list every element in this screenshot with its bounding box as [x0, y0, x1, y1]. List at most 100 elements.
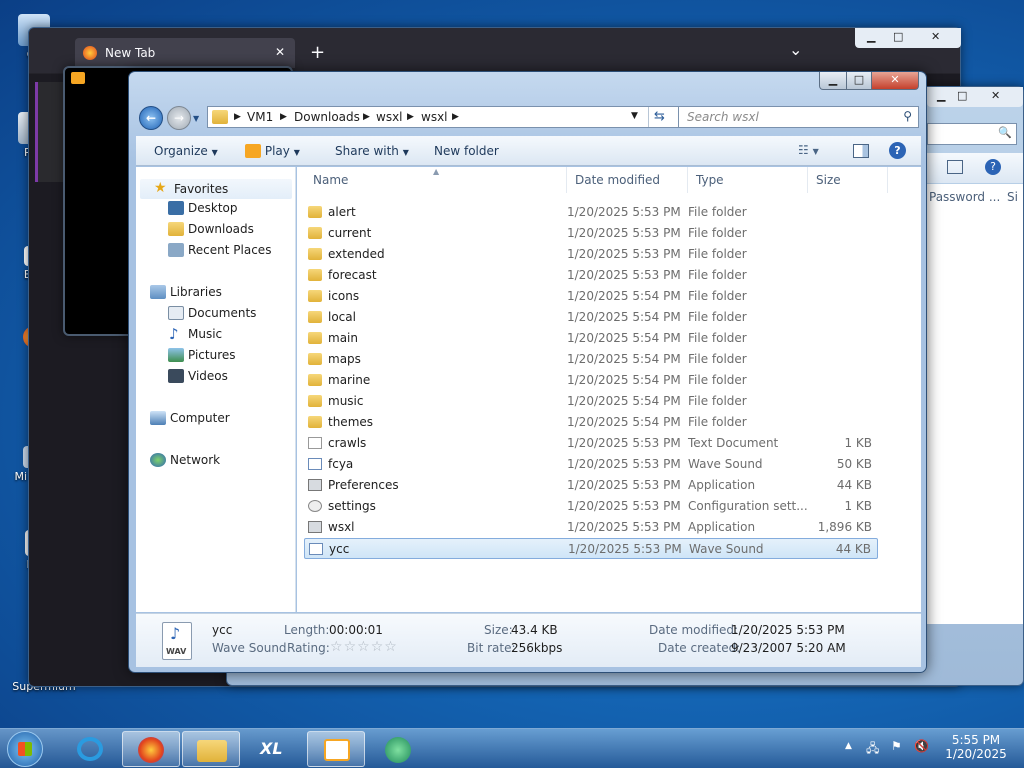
nav-network[interactable]: Network — [170, 453, 220, 467]
file-size: 44 KB — [835, 542, 871, 556]
maximize-icon[interactable]: □ — [957, 89, 967, 102]
close-icon[interactable]: ✕ — [991, 89, 1000, 102]
favorites-header[interactable]: ★ Favorites — [140, 179, 292, 199]
back-button[interactable]: ← — [139, 106, 163, 130]
file-row[interactable]: forecast 1/20/2025 5:53 PM File folder — [304, 265, 878, 286]
media-player-icon — [71, 72, 85, 84]
close-tab-icon[interactable]: ✕ — [275, 45, 285, 59]
minimize-icon[interactable]: ▁ — [937, 89, 945, 102]
breadcrumb-downloads[interactable]: Downloads — [294, 110, 360, 124]
forward-button[interactable]: → — [167, 106, 191, 130]
column-type[interactable]: Type — [688, 167, 808, 193]
help-icon[interactable]: ? — [985, 159, 1001, 175]
taskbar-media-player[interactable] — [307, 731, 365, 767]
file-row[interactable]: extended 1/20/2025 5:53 PM File folder — [304, 244, 878, 265]
breadcrumb-wsxl-current[interactable]: wsxl — [421, 110, 448, 124]
file-row[interactable]: icons 1/20/2025 5:54 PM File folder — [304, 286, 878, 307]
close-button[interactable]: ✕ — [871, 72, 919, 90]
breadcrumb-sep[interactable]: ▶ — [452, 112, 459, 122]
file-row[interactable]: alert 1/20/2025 5:53 PM File folder — [304, 202, 878, 223]
start-button[interactable] — [7, 731, 43, 767]
file-row[interactable]: Preferences 1/20/2025 5:53 PM Application 4… — [304, 475, 878, 496]
file-row[interactable]: marine 1/20/2025 5:54 PM File folder — [304, 370, 878, 391]
nav-recent-places[interactable]: Recent Places — [188, 243, 271, 257]
file-row[interactable]: music 1/20/2025 5:54 PM File folder — [304, 391, 878, 412]
bg-search-box[interactable]: 🔍 — [927, 123, 1017, 145]
organize-button[interactable]: Organize ▼ — [154, 144, 218, 158]
tab-list-button[interactable]: ⌄ — [789, 40, 802, 59]
network-icon — [150, 453, 166, 467]
rating-stars[interactable]: ☆☆☆☆☆ — [330, 639, 398, 655]
address-dropdown-icon[interactable]: ▼ — [631, 111, 638, 121]
play-button[interactable]: Play ▼ — [245, 144, 300, 158]
nav-downloads[interactable]: Downloads — [188, 222, 254, 236]
nav-videos[interactable]: Videos — [188, 369, 228, 383]
file-row[interactable]: ycc 1/20/2025 5:53 PM Wave Sound 44 KB — [304, 538, 878, 559]
breadcrumb-vm1[interactable]: VM1 — [247, 110, 273, 124]
new-tab-button[interactable]: + — [310, 42, 325, 63]
column-name[interactable]: Name ▲ — [305, 167, 567, 193]
file-date-modified: 1/20/2025 5:53 PM — [567, 268, 681, 282]
file-row[interactable]: settings 1/20/2025 5:53 PM Configuration s… — [304, 496, 878, 517]
column-date-modified[interactable]: Date modified — [567, 167, 688, 193]
file-row[interactable]: themes 1/20/2025 5:54 PM File folder — [304, 412, 878, 433]
breadcrumb-sep[interactable]: ▶ — [234, 112, 241, 122]
rating-star-icon[interactable]: ☆ — [344, 639, 358, 655]
taskbar-xl-app[interactable]: XL — [245, 731, 303, 767]
refresh-button[interactable]: ⇆ — [648, 107, 670, 127]
close-icon[interactable]: ✕ — [931, 30, 940, 43]
taskbar-explorer[interactable] — [182, 731, 240, 767]
file-name: settings — [328, 499, 376, 513]
help-icon[interactable]: ? — [889, 142, 906, 159]
breadcrumb-sep[interactable]: ▶ — [363, 112, 370, 122]
volume-muted-icon[interactable]: 🔇 — [914, 739, 929, 753]
file-type: File folder — [688, 247, 747, 261]
file-row[interactable]: local 1/20/2025 5:54 PM File folder — [304, 307, 878, 328]
taskbar-supermium[interactable] — [370, 731, 428, 767]
breadcrumb-sep[interactable]: ▶ — [407, 112, 414, 122]
column-size[interactable]: Size — [808, 167, 888, 193]
rating-star-icon[interactable]: ☆ — [371, 639, 385, 655]
folder-icon — [197, 740, 227, 762]
breadcrumb-sep[interactable]: ▶ — [280, 112, 287, 122]
preview-pane-icon[interactable] — [853, 144, 869, 158]
new-folder-button[interactable]: New folder — [434, 144, 499, 158]
nav-libraries[interactable]: Libraries — [170, 285, 222, 299]
file-row[interactable]: wsxl 1/20/2025 5:53 PM Application 1,896 KB — [304, 517, 878, 538]
file-row[interactable]: current 1/20/2025 5:53 PM File folder — [304, 223, 878, 244]
maximize-icon[interactable]: □ — [893, 30, 903, 43]
file-name: fcya — [328, 457, 354, 471]
preview-pane-icon[interactable] — [947, 160, 963, 174]
maximize-button[interactable]: □ — [846, 72, 872, 90]
rating-star-icon[interactable]: ☆ — [384, 639, 398, 655]
folder-icon — [308, 416, 322, 428]
minimize-icon[interactable]: ▁ — [867, 30, 875, 43]
breadcrumb-wsxl[interactable]: wsxl — [376, 110, 403, 124]
minimize-button[interactable]: ▁ — [819, 72, 847, 90]
change-view-icon[interactable]: ☷ ▼ — [798, 143, 819, 157]
nav-pictures[interactable]: Pictures — [188, 348, 236, 362]
show-hidden-icons-button[interactable]: ▲ — [845, 741, 852, 751]
taskbar-firefox[interactable] — [122, 731, 180, 767]
rating-star-icon[interactable]: ☆ — [357, 639, 371, 655]
rating-star-icon[interactable]: ☆ — [330, 639, 344, 655]
network-tray-icon[interactable]: 🖧 — [866, 739, 879, 760]
action-center-flag-icon[interactable]: ⚑ — [891, 739, 902, 753]
nav-documents[interactable]: Documents — [188, 306, 256, 320]
file-row[interactable]: main 1/20/2025 5:54 PM File folder — [304, 328, 878, 349]
file-name: icons — [328, 289, 360, 303]
recent-pages-dropdown[interactable]: ▼ — [193, 114, 199, 123]
nav-computer[interactable]: Computer — [170, 411, 230, 425]
taskbar-ie[interactable] — [62, 731, 120, 767]
share-with-button[interactable]: Share with ▼ — [335, 144, 409, 158]
desktop-icon — [168, 201, 184, 215]
explorer-window[interactable]: ▁ □ ✕ ← → ▼ ▶ VM1 ▶ Downloads ▶ wsxl ▶ w… — [128, 71, 927, 673]
file-row[interactable]: maps 1/20/2025 5:54 PM File folder — [304, 349, 878, 370]
browser-tab[interactable]: New Tab ✕ — [75, 38, 295, 68]
search-input[interactable]: Search wsxl ⚲ — [678, 106, 919, 128]
nav-music[interactable]: Music — [188, 327, 222, 341]
clock[interactable]: 5:55 PM 1/20/2025 — [938, 733, 1014, 761]
file-row[interactable]: fcya 1/20/2025 5:53 PM Wave Sound 50 KB — [304, 454, 878, 475]
nav-desktop[interactable]: Desktop — [188, 201, 238, 215]
file-row[interactable]: crawls 1/20/2025 5:53 PM Text Document 1 KB — [304, 433, 878, 454]
